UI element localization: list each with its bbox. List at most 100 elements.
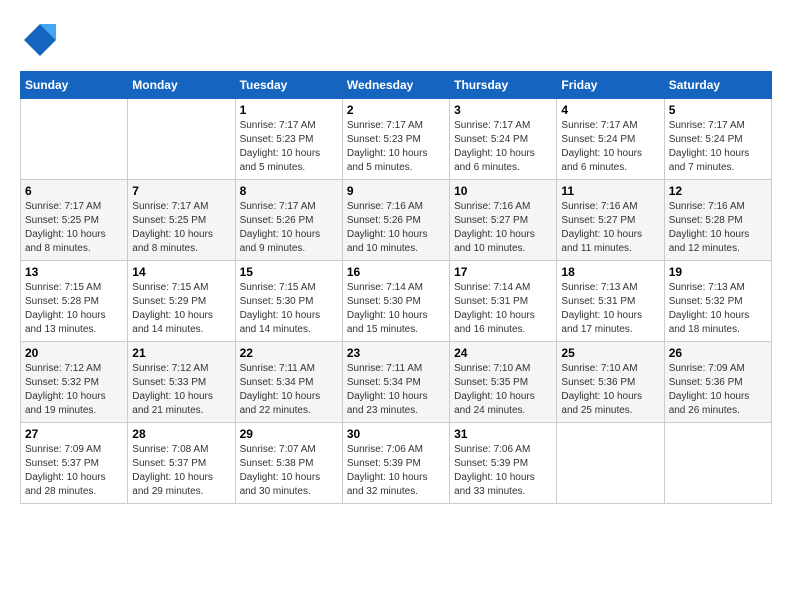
day-info: Sunrise: 7:16 AM Sunset: 5:28 PM Dayligh… — [669, 200, 767, 256]
day-number: 23 — [347, 346, 445, 360]
day-info: Sunrise: 7:10 AM Sunset: 5:36 PM Dayligh… — [561, 362, 659, 418]
weekday-header-wednesday: Wednesday — [342, 72, 449, 99]
day-info: Sunrise: 7:09 AM Sunset: 5:36 PM Dayligh… — [669, 362, 767, 418]
day-info: Sunrise: 7:06 AM Sunset: 5:39 PM Dayligh… — [454, 443, 552, 499]
calendar-cell: 12 Sunrise: 7:16 AM Sunset: 5:28 PM Dayli… — [664, 180, 771, 261]
weekday-header-monday: Monday — [128, 72, 235, 99]
day-number: 9 — [347, 184, 445, 198]
logo — [20, 20, 60, 61]
day-number: 19 — [669, 265, 767, 279]
day-number: 13 — [25, 265, 123, 279]
calendar-cell: 17 Sunrise: 7:14 AM Sunset: 5:31 PM Dayli… — [450, 261, 557, 342]
day-number: 30 — [347, 427, 445, 441]
calendar-cell: 6 Sunrise: 7:17 AM Sunset: 5:25 PM Daylig… — [21, 180, 128, 261]
calendar-cell — [557, 423, 664, 504]
calendar-week-2: 6 Sunrise: 7:17 AM Sunset: 5:25 PM Daylig… — [21, 180, 772, 261]
day-info: Sunrise: 7:17 AM Sunset: 5:24 PM Dayligh… — [669, 119, 767, 175]
calendar-cell — [128, 99, 235, 180]
calendar-cell: 18 Sunrise: 7:13 AM Sunset: 5:31 PM Dayli… — [557, 261, 664, 342]
day-number: 26 — [669, 346, 767, 360]
calendar-cell: 26 Sunrise: 7:09 AM Sunset: 5:36 PM Dayli… — [664, 342, 771, 423]
day-info: Sunrise: 7:08 AM Sunset: 5:37 PM Dayligh… — [132, 443, 230, 499]
logo-icon — [20, 20, 56, 56]
calendar-cell: 1 Sunrise: 7:17 AM Sunset: 5:23 PM Daylig… — [235, 99, 342, 180]
calendar-cell: 29 Sunrise: 7:07 AM Sunset: 5:38 PM Dayli… — [235, 423, 342, 504]
day-info: Sunrise: 7:16 AM Sunset: 5:26 PM Dayligh… — [347, 200, 445, 256]
day-number: 20 — [25, 346, 123, 360]
weekday-header-thursday: Thursday — [450, 72, 557, 99]
day-info: Sunrise: 7:11 AM Sunset: 5:34 PM Dayligh… — [347, 362, 445, 418]
day-number: 5 — [669, 103, 767, 117]
weekday-header-row: SundayMondayTuesdayWednesdayThursdayFrid… — [21, 72, 772, 99]
day-number: 28 — [132, 427, 230, 441]
day-info: Sunrise: 7:16 AM Sunset: 5:27 PM Dayligh… — [454, 200, 552, 256]
calendar-cell: 23 Sunrise: 7:11 AM Sunset: 5:34 PM Dayli… — [342, 342, 449, 423]
calendar-table: SundayMondayTuesdayWednesdayThursdayFrid… — [20, 71, 772, 504]
day-info: Sunrise: 7:14 AM Sunset: 5:31 PM Dayligh… — [454, 281, 552, 337]
day-info: Sunrise: 7:17 AM Sunset: 5:23 PM Dayligh… — [240, 119, 338, 175]
page-header — [20, 20, 772, 61]
day-number: 18 — [561, 265, 659, 279]
day-info: Sunrise: 7:17 AM Sunset: 5:25 PM Dayligh… — [25, 200, 123, 256]
calendar-cell: 24Sunrise: 7:10 AM Sunset: 5:35 PM Dayli… — [450, 342, 557, 423]
day-number: 6 — [25, 184, 123, 198]
day-number: 10 — [454, 184, 552, 198]
calendar-cell: 7Sunrise: 7:17 AM Sunset: 5:25 PM Daylig… — [128, 180, 235, 261]
calendar-cell — [664, 423, 771, 504]
calendar-cell: 22Sunrise: 7:11 AM Sunset: 5:34 PM Dayli… — [235, 342, 342, 423]
day-number: 29 — [240, 427, 338, 441]
calendar-week-4: 20 Sunrise: 7:12 AM Sunset: 5:32 PM Dayli… — [21, 342, 772, 423]
day-number: 25 — [561, 346, 659, 360]
calendar-cell: 9 Sunrise: 7:16 AM Sunset: 5:26 PM Daylig… — [342, 180, 449, 261]
day-number: 12 — [669, 184, 767, 198]
day-number: 31 — [454, 427, 552, 441]
calendar-cell: 16Sunrise: 7:14 AM Sunset: 5:30 PM Dayli… — [342, 261, 449, 342]
calendar-cell: 19 Sunrise: 7:13 AM Sunset: 5:32 PM Dayli… — [664, 261, 771, 342]
weekday-header-sunday: Sunday — [21, 72, 128, 99]
calendar-cell: 25 Sunrise: 7:10 AM Sunset: 5:36 PM Dayli… — [557, 342, 664, 423]
calendar-cell: 31 Sunrise: 7:06 AM Sunset: 5:39 PM Dayli… — [450, 423, 557, 504]
day-info: Sunrise: 7:13 AM Sunset: 5:31 PM Dayligh… — [561, 281, 659, 337]
day-number: 21 — [132, 346, 230, 360]
calendar-cell: 4Sunrise: 7:17 AM Sunset: 5:24 PM Daylig… — [557, 99, 664, 180]
day-info: Sunrise: 7:12 AM Sunset: 5:32 PM Dayligh… — [25, 362, 123, 418]
day-number: 14 — [132, 265, 230, 279]
calendar-cell: 14 Sunrise: 7:15 AM Sunset: 5:29 PM Dayli… — [128, 261, 235, 342]
day-info: Sunrise: 7:12 AM Sunset: 5:33 PM Dayligh… — [132, 362, 230, 418]
day-info: Sunrise: 7:17 AM Sunset: 5:24 PM Dayligh… — [454, 119, 552, 175]
day-info: Sunrise: 7:10 AM Sunset: 5:35 PM Dayligh… — [454, 362, 552, 418]
day-info: Sunrise: 7:15 AM Sunset: 5:29 PM Dayligh… — [132, 281, 230, 337]
calendar-cell — [21, 99, 128, 180]
day-info: Sunrise: 7:06 AM Sunset: 5:39 PM Dayligh… — [347, 443, 445, 499]
calendar-week-1: 1 Sunrise: 7:17 AM Sunset: 5:23 PM Daylig… — [21, 99, 772, 180]
day-number: 27 — [25, 427, 123, 441]
calendar-cell: 20 Sunrise: 7:12 AM Sunset: 5:32 PM Dayli… — [21, 342, 128, 423]
day-number: 1 — [240, 103, 338, 117]
day-number: 3 — [454, 103, 552, 117]
calendar-cell: 5 Sunrise: 7:17 AM Sunset: 5:24 PM Daylig… — [664, 99, 771, 180]
day-info: Sunrise: 7:13 AM Sunset: 5:32 PM Dayligh… — [669, 281, 767, 337]
day-number: 4 — [561, 103, 659, 117]
calendar-week-5: 27 Sunrise: 7:09 AM Sunset: 5:37 PM Dayli… — [21, 423, 772, 504]
day-info: Sunrise: 7:07 AM Sunset: 5:38 PM Dayligh… — [240, 443, 338, 499]
calendar-cell: 21 Sunrise: 7:12 AM Sunset: 5:33 PM Dayli… — [128, 342, 235, 423]
day-info: Sunrise: 7:14 AM Sunset: 5:30 PM Dayligh… — [347, 281, 445, 337]
day-info: Sunrise: 7:16 AM Sunset: 5:27 PM Dayligh… — [561, 200, 659, 256]
calendar-cell: 15 Sunrise: 7:15 AM Sunset: 5:30 PM Dayli… — [235, 261, 342, 342]
day-number: 22 — [240, 346, 338, 360]
calendar-cell: 11 Sunrise: 7:16 AM Sunset: 5:27 PM Dayli… — [557, 180, 664, 261]
day-info: Sunrise: 7:15 AM Sunset: 5:28 PM Dayligh… — [25, 281, 123, 337]
day-info: Sunrise: 7:17 AM Sunset: 5:26 PM Dayligh… — [240, 200, 338, 256]
day-info: Sunrise: 7:09 AM Sunset: 5:37 PM Dayligh… — [25, 443, 123, 499]
weekday-header-saturday: Saturday — [664, 72, 771, 99]
day-number: 15 — [240, 265, 338, 279]
calendar-cell: 28 Sunrise: 7:08 AM Sunset: 5:37 PM Dayli… — [128, 423, 235, 504]
day-info: Sunrise: 7:15 AM Sunset: 5:30 PM Dayligh… — [240, 281, 338, 337]
calendar-cell: 27 Sunrise: 7:09 AM Sunset: 5:37 PM Dayli… — [21, 423, 128, 504]
calendar-cell: 2Sunrise: 7:17 AM Sunset: 5:23 PM Daylig… — [342, 99, 449, 180]
day-number: 7 — [132, 184, 230, 198]
day-number: 11 — [561, 184, 659, 198]
calendar-week-3: 13 Sunrise: 7:15 AM Sunset: 5:28 PM Dayli… — [21, 261, 772, 342]
day-number: 17 — [454, 265, 552, 279]
weekday-header-tuesday: Tuesday — [235, 72, 342, 99]
